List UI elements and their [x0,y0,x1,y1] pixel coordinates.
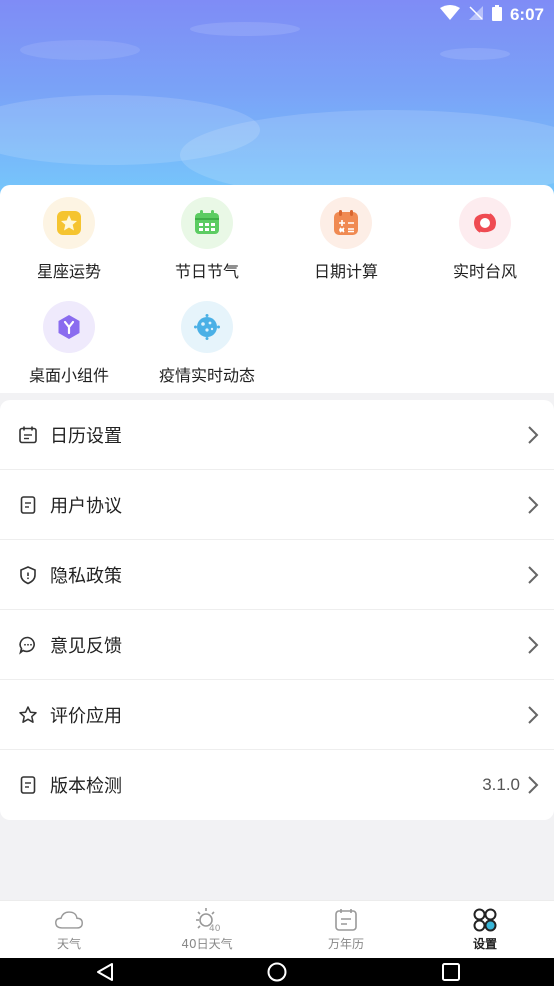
desktop-widget-icon [43,301,95,353]
shortcut-label: 日期计算 [313,262,378,281]
battery-icon [491,5,502,25]
chevron-right-icon [526,424,540,446]
version-value: 3.1.0 [482,775,520,794]
shield-icon [18,565,38,585]
chevron-right-icon [526,494,540,516]
home-icon[interactable] [266,962,288,982]
recents-icon[interactable] [440,962,462,982]
tab-label: 设置 [472,937,497,951]
settings-row-version-check[interactable]: 版本检测 3.1.0 [0,750,554,820]
shortcut-label: 桌面小组件 [28,366,109,385]
settings-row-privacy[interactable]: 隐私政策 [0,540,554,610]
settings-row-rate-app[interactable]: 评价应用 [0,680,554,750]
shortcut-epidemic[interactable]: 疫情实时动态 [138,301,276,386]
settings-row-label: 用户协议 [50,496,122,517]
settings-row-calendar[interactable]: 日历设置 [0,400,554,470]
sun-40-icon: 40 [192,907,222,933]
star-outline-icon [18,705,38,725]
back-icon[interactable] [94,962,116,982]
settings-row-feedback[interactable]: 意见反馈 [0,610,554,680]
status-time: 6:07 [509,5,544,24]
shortcut-label: 实时台风 [452,262,517,281]
bottom-tab-bar: 天气 40 40日天气 万年历 设置 [0,900,554,958]
document-icon [18,495,38,515]
system-navigation-bar [0,958,554,986]
settings-list: 日历设置 用户协议 隐私政策 意见反馈 评价应用 版本检测 3.1.0 [0,400,554,820]
tab-settings[interactable]: 设置 [416,901,554,959]
tab-label: 天气 [56,937,81,951]
status-bar: 6:07 [0,0,554,30]
shortcuts-panel: 星座运势 节日节气 日期计算 实时台风 桌面小组件 疫情实时动态 [0,185,554,393]
shortcut-date-calc[interactable]: 日期计算 [277,197,415,282]
shortcut-label: 疫情实时动态 [158,366,255,385]
settings-row-label: 评价应用 [50,706,122,727]
grid-settings-icon [470,907,500,933]
chevron-right-icon [526,564,540,586]
virus-icon [181,301,233,353]
svg-text:40: 40 [209,924,221,933]
tab-label: 万年历 [327,937,364,951]
date-calculator-icon [320,197,372,249]
shortcut-festivals[interactable]: 节日节气 [138,197,276,282]
calendar-icon [18,425,38,445]
tab-perpetual-calendar[interactable]: 万年历 [277,901,415,959]
document-icon [18,775,38,795]
chevron-right-icon [526,704,540,726]
wifi-icon [439,5,460,25]
chat-bubble-icon [18,635,38,655]
tab-weather[interactable]: 天气 [0,901,138,959]
shortcut-label: 星座运势 [36,262,101,281]
settings-row-label: 意见反馈 [50,636,122,657]
settings-row-label: 隐私政策 [50,566,122,587]
calendar-festival-icon [181,197,233,249]
no-signal-icon [468,5,484,25]
cloud-icon [54,907,84,933]
settings-row-label: 版本检测 [50,776,122,797]
chevron-right-icon [526,634,540,656]
typhoon-icon [459,197,511,249]
header-banner: 6:07 [0,0,554,196]
tab-label: 40日天气 [181,937,233,951]
shortcut-typhoon[interactable]: 实时台风 [416,197,554,282]
shortcut-widget[interactable]: 桌面小组件 [0,301,138,386]
settings-row-label: 日历设置 [50,426,122,447]
calendar-icon [331,907,361,933]
shortcut-label: 节日节气 [174,262,239,281]
star-constellation-icon [43,197,95,249]
tab-40-day-weather[interactable]: 40 40日天气 [138,901,276,959]
settings-row-user-agreement[interactable]: 用户协议 [0,470,554,540]
chevron-right-icon [526,774,540,796]
shortcut-horoscope[interactable]: 星座运势 [0,197,138,282]
